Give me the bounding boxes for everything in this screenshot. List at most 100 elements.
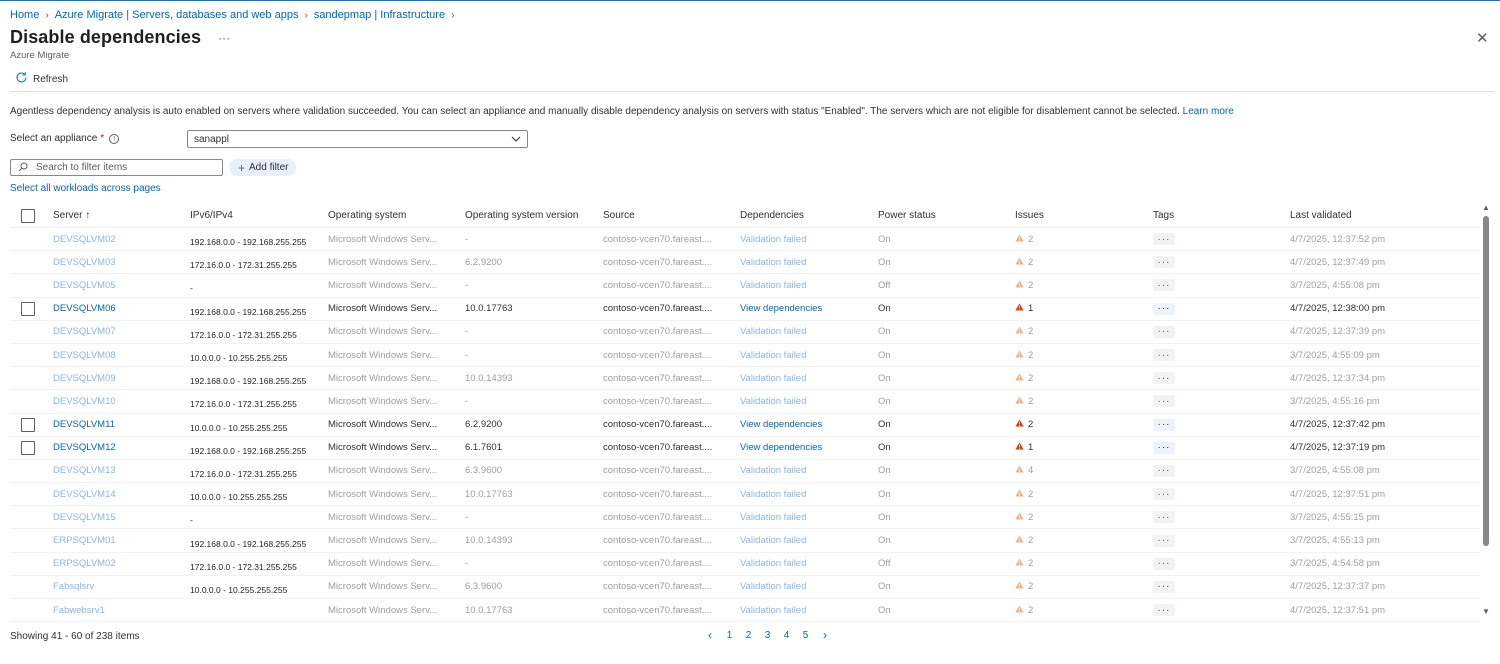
server-name-link[interactable]: DEVSQLVM10 <box>53 390 116 412</box>
tags-button[interactable]: ··· <box>1153 418 1175 431</box>
search-input[interactable] <box>36 162 206 173</box>
scroll-up-icon[interactable]: ▲ <box>1482 203 1490 212</box>
table-row[interactable]: DEVSQLVM12 192.168.0.0 - 192.168.255.255 M… <box>10 437 1480 460</box>
page-4-button[interactable]: 4 <box>777 630 796 641</box>
issues-cell[interactable]: 2 <box>1015 529 1033 551</box>
select-all-link[interactable]: Select all workloads across pages <box>10 183 161 194</box>
tags-button[interactable]: ··· <box>1153 279 1175 292</box>
column-last-validated[interactable]: Last validated <box>1290 204 1352 227</box>
dependencies-link[interactable]: Validation failed <box>740 274 806 296</box>
scroll-down-icon[interactable]: ▼ <box>1482 607 1490 616</box>
tags-button[interactable]: ··· <box>1153 325 1175 338</box>
issues-cell[interactable]: 2 <box>1015 599 1033 621</box>
learn-more-link[interactable]: Learn more <box>1183 106 1234 117</box>
breadcrumb-infrastructure[interactable]: sandepmap | Infrastructure <box>314 9 445 21</box>
dependencies-link[interactable]: View dependencies <box>740 437 822 459</box>
refresh-button[interactable]: Refresh <box>15 71 68 87</box>
dependencies-link[interactable]: View dependencies <box>740 414 822 436</box>
info-icon[interactable]: i <box>109 133 120 144</box>
row-checkbox[interactable] <box>21 301 35 316</box>
server-name-link[interactable]: DEVSQLVM02 <box>53 228 116 250</box>
issues-cell[interactable]: 2 <box>1015 553 1033 575</box>
dependencies-link[interactable]: Validation failed <box>740 251 806 273</box>
tags-button[interactable]: ··· <box>1153 441 1175 454</box>
table-row[interactable]: DEVSQLVM11 10.0.0.0 - 10.255.255.255 Micro… <box>10 414 1480 437</box>
issues-cell[interactable]: 2 <box>1015 390 1033 412</box>
dependencies-link[interactable]: Validation failed <box>740 599 806 621</box>
close-button[interactable]: ✕ <box>1476 29 1489 47</box>
issues-cell[interactable]: 2 <box>1015 321 1033 343</box>
dependencies-link[interactable]: View dependencies <box>740 298 822 320</box>
column-dependencies[interactable]: Dependencies <box>740 204 804 227</box>
issues-cell[interactable]: 2 <box>1015 228 1033 250</box>
dependencies-link[interactable]: Validation failed <box>740 367 806 389</box>
tags-button[interactable]: ··· <box>1153 580 1175 593</box>
tags-button[interactable]: ··· <box>1153 464 1175 477</box>
scrollbar-thumb[interactable] <box>1483 216 1489 546</box>
dependencies-link[interactable]: Validation failed <box>740 483 806 505</box>
issues-cell[interactable]: 2 <box>1015 414 1033 436</box>
add-filter-button[interactable]: + Add filter <box>229 159 296 176</box>
server-name-link[interactable]: DEVSQLVM05 <box>53 274 116 296</box>
server-name-link[interactable]: DEVSQLVM06 <box>53 298 116 320</box>
issues-cell[interactable]: 2 <box>1015 367 1033 389</box>
tags-button[interactable]: ··· <box>1153 534 1175 547</box>
prev-page-button[interactable]: ‹ <box>700 628 720 642</box>
tags-button[interactable]: ··· <box>1153 302 1175 315</box>
server-name-link[interactable]: DEVSQLVM08 <box>53 344 116 366</box>
select-all-checkbox[interactable] <box>21 208 35 223</box>
issues-cell[interactable]: 2 <box>1015 506 1033 528</box>
dependencies-link[interactable]: Validation failed <box>740 228 806 250</box>
server-name-link[interactable]: DEVSQLVM12 <box>53 437 116 459</box>
issues-cell[interactable]: 1 <box>1015 298 1033 320</box>
tags-button[interactable]: ··· <box>1153 511 1175 524</box>
issues-cell[interactable]: 1 <box>1015 437 1033 459</box>
column-tags[interactable]: Tags <box>1153 204 1174 227</box>
issues-cell[interactable]: 2 <box>1015 483 1033 505</box>
column-issues[interactable]: Issues <box>1015 204 1044 227</box>
dependencies-link[interactable]: Validation failed <box>740 321 806 343</box>
dependencies-link[interactable]: Validation failed <box>740 390 806 412</box>
server-name-link[interactable]: DEVSQLVM13 <box>53 460 116 482</box>
next-page-button[interactable]: › <box>815 628 835 642</box>
column-os[interactable]: Operating system <box>328 204 406 227</box>
breadcrumb-azure-migrate[interactable]: Azure Migrate | Servers, databases and w… <box>55 9 299 21</box>
tags-button[interactable]: ··· <box>1153 488 1175 501</box>
server-name-link[interactable]: Fabwebsrv1 <box>53 599 105 621</box>
server-name-link[interactable]: Fabsqlsrv <box>53 576 94 598</box>
server-name-link[interactable]: DEVSQLVM03 <box>53 251 116 273</box>
vertical-scrollbar[interactable]: ▲ ▼ <box>1481 203 1491 618</box>
server-name-link[interactable]: ERPSQLVM01 <box>53 529 116 551</box>
tags-button[interactable]: ··· <box>1153 349 1175 362</box>
dependencies-link[interactable]: Validation failed <box>740 506 806 528</box>
column-power-status[interactable]: Power status <box>878 204 936 227</box>
server-name-link[interactable]: DEVSQLVM07 <box>53 321 116 343</box>
page-3-button[interactable]: 3 <box>758 630 777 641</box>
column-source[interactable]: Source <box>603 204 635 227</box>
row-checkbox[interactable] <box>21 440 35 455</box>
dependencies-link[interactable]: Validation failed <box>740 553 806 575</box>
dependencies-link[interactable]: Validation failed <box>740 529 806 551</box>
appliance-dropdown[interactable]: sanappl <box>187 130 528 148</box>
tags-button[interactable]: ··· <box>1153 372 1175 385</box>
page-2-button[interactable]: 2 <box>739 630 758 641</box>
issues-cell[interactable]: 2 <box>1015 344 1033 366</box>
server-name-link[interactable]: DEVSQLVM15 <box>53 506 116 528</box>
server-name-link[interactable]: DEVSQLVM11 <box>53 414 115 436</box>
table-row[interactable]: DEVSQLVM06 192.168.0.0 - 192.168.255.255 M… <box>10 298 1480 321</box>
page-1-button[interactable]: 1 <box>720 630 739 641</box>
tags-button[interactable]: ··· <box>1153 256 1175 269</box>
tags-button[interactable]: ··· <box>1153 604 1175 617</box>
tags-button[interactable]: ··· <box>1153 233 1175 246</box>
column-ip[interactable]: IPv6/IPv4 <box>190 204 233 227</box>
dependencies-link[interactable]: Validation failed <box>740 344 806 366</box>
issues-cell[interactable]: 2 <box>1015 251 1033 273</box>
row-checkbox[interactable] <box>21 417 35 432</box>
more-options-button[interactable]: ··· <box>218 31 230 45</box>
page-5-button[interactable]: 5 <box>796 630 815 641</box>
server-name-link[interactable]: DEVSQLVM09 <box>53 367 116 389</box>
dependencies-link[interactable]: Validation failed <box>740 460 806 482</box>
breadcrumb-home[interactable]: Home <box>10 9 39 21</box>
tags-button[interactable]: ··· <box>1153 395 1175 408</box>
column-os-version[interactable]: Operating system version <box>465 204 578 227</box>
